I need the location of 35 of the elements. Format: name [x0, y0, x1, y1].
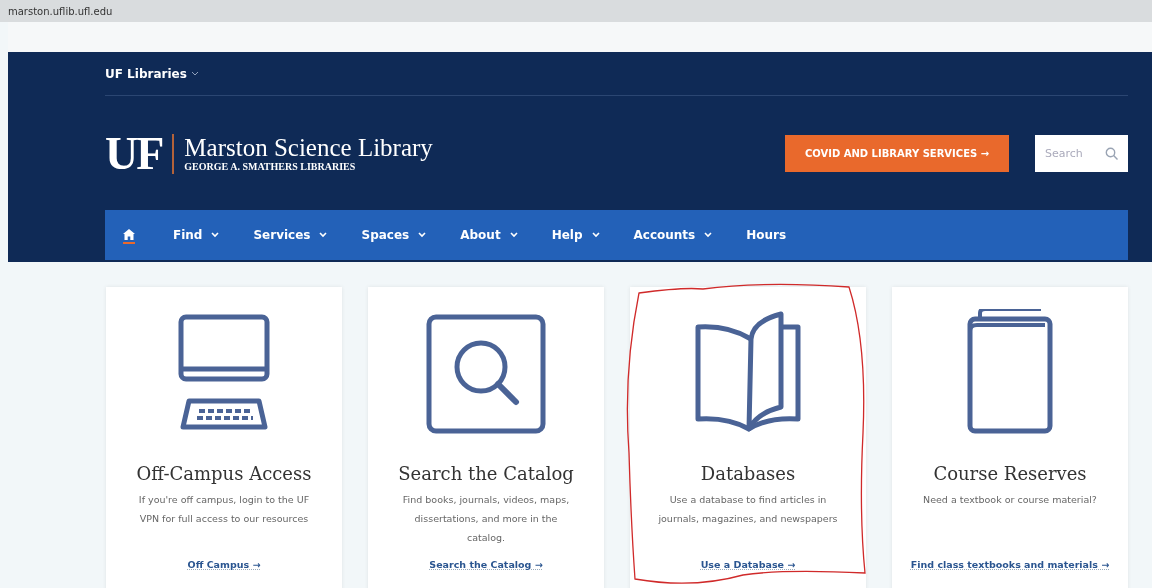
search-field[interactable]: Search: [1035, 135, 1128, 172]
caret-icon: [190, 70, 199, 77]
card-title: Off-Campus Access: [136, 463, 312, 484]
logo-mark: UF: [105, 130, 163, 177]
nav-menu-item[interactable]: Accounts: [633, 224, 713, 246]
card-link[interactable]: Search the Catalog →: [381, 557, 591, 572]
caret-icon: [211, 232, 220, 238]
caret-icon: [704, 232, 713, 238]
libraries-menu[interactable]: UF Libraries: [105, 66, 199, 81]
nav-menu-item[interactable]: Help: [551, 224, 600, 246]
caret-icon: [319, 232, 328, 238]
url-text: marston.uflib.ufl.edu: [8, 5, 113, 17]
library-title: Marston Science Library: [184, 134, 433, 162]
covid-services-button[interactable]: COVID AND LIBRARY SERVICES →: [785, 135, 1009, 172]
card-description: If you're off campus, login to the UF VPN for full access to our resources: [137, 493, 311, 526]
card-link[interactable]: Find class textbooks and materials →: [905, 557, 1115, 572]
card-description: Need a textbook or course material?: [922, 493, 1098, 507]
nav-menu-item[interactable]: Spaces: [361, 224, 427, 246]
card-title: Course Reserves: [933, 463, 1087, 484]
card-description: Find books, journals, videos, maps, dissertations, and more in the catalog.: [401, 493, 571, 545]
caret-icon: [418, 232, 427, 238]
search-icon: [1105, 147, 1118, 160]
nav-menu-item[interactable]: Find: [173, 224, 220, 246]
card-title: Search the Catalog: [398, 463, 574, 484]
card-link[interactable]: Use a Database →: [643, 557, 853, 572]
nav-menu-item[interactable]: About: [460, 224, 518, 246]
home-button[interactable]: [123, 226, 135, 244]
card-link[interactable]: Off Campus →: [119, 557, 329, 572]
caret-icon: [509, 232, 518, 238]
card-title: Databases: [700, 463, 796, 484]
nav-link[interactable]: Hours: [746, 224, 787, 246]
caret-icon: [591, 232, 600, 238]
library-subtitle: GEORGE A. SMATHERS LIBRARIES: [184, 161, 357, 173]
card-description: Use a database to find articles in journals, magazines, and newspapers: [658, 493, 838, 526]
nav-menu-item[interactable]: Services: [253, 224, 328, 246]
